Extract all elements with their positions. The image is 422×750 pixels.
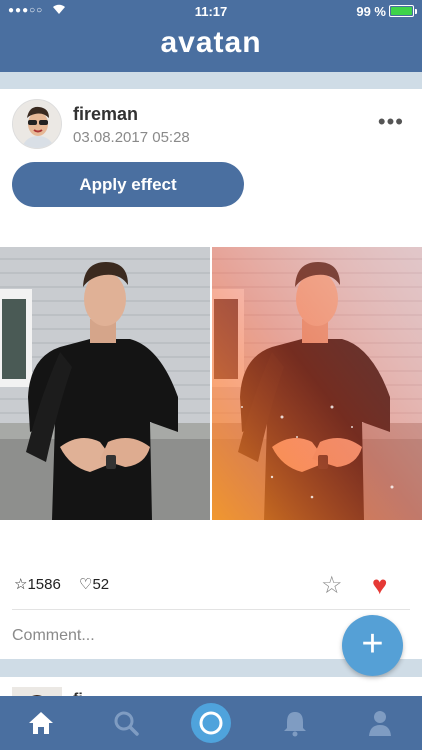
- post-stats: ☆1586 ♡52: [14, 575, 123, 593]
- search-tab-icon[interactable]: [96, 696, 156, 750]
- likes-count: 52: [92, 576, 110, 593]
- apply-effect-button[interactable]: Apply effect: [12, 162, 244, 207]
- stars-count: 1586: [27, 576, 61, 593]
- likes-stat[interactable]: ♡52: [79, 576, 109, 593]
- notifications-tab-icon[interactable]: [265, 696, 325, 750]
- like-heart-icon[interactable]: ♥: [372, 570, 387, 601]
- next-post-card: fi: [0, 677, 422, 708]
- post-username[interactable]: fireman: [73, 104, 138, 125]
- app-header: ●●●○○ 11:17 99 % avatan: [0, 0, 422, 72]
- battery-percent: 99 %: [356, 4, 386, 19]
- battery-icon: [389, 5, 417, 17]
- status-bar: ●●●○○ 11:17 99 %: [0, 0, 422, 22]
- post-timestamp: 03.08.2017 05:28: [73, 129, 190, 146]
- post-card: fireman 03.08.2017 05:28 ••• Apply effec…: [0, 89, 422, 659]
- profile-tab-icon[interactable]: [350, 696, 410, 750]
- original-photo[interactable]: [0, 247, 210, 520]
- comment-input[interactable]: Comment...: [12, 627, 95, 645]
- add-post-button[interactable]: +: [342, 615, 403, 676]
- avatar[interactable]: [12, 99, 62, 149]
- stars-stat[interactable]: ☆1586: [14, 576, 61, 593]
- home-tab-icon[interactable]: [11, 696, 71, 750]
- camera-tab-icon[interactable]: [181, 696, 241, 750]
- more-options-icon[interactable]: •••: [378, 111, 404, 133]
- app-logo: avatan: [160, 26, 262, 59]
- favorite-star-icon[interactable]: ☆: [321, 571, 343, 600]
- edited-photo[interactable]: [212, 247, 422, 520]
- tab-bar: [0, 696, 422, 750]
- divider: [12, 609, 410, 610]
